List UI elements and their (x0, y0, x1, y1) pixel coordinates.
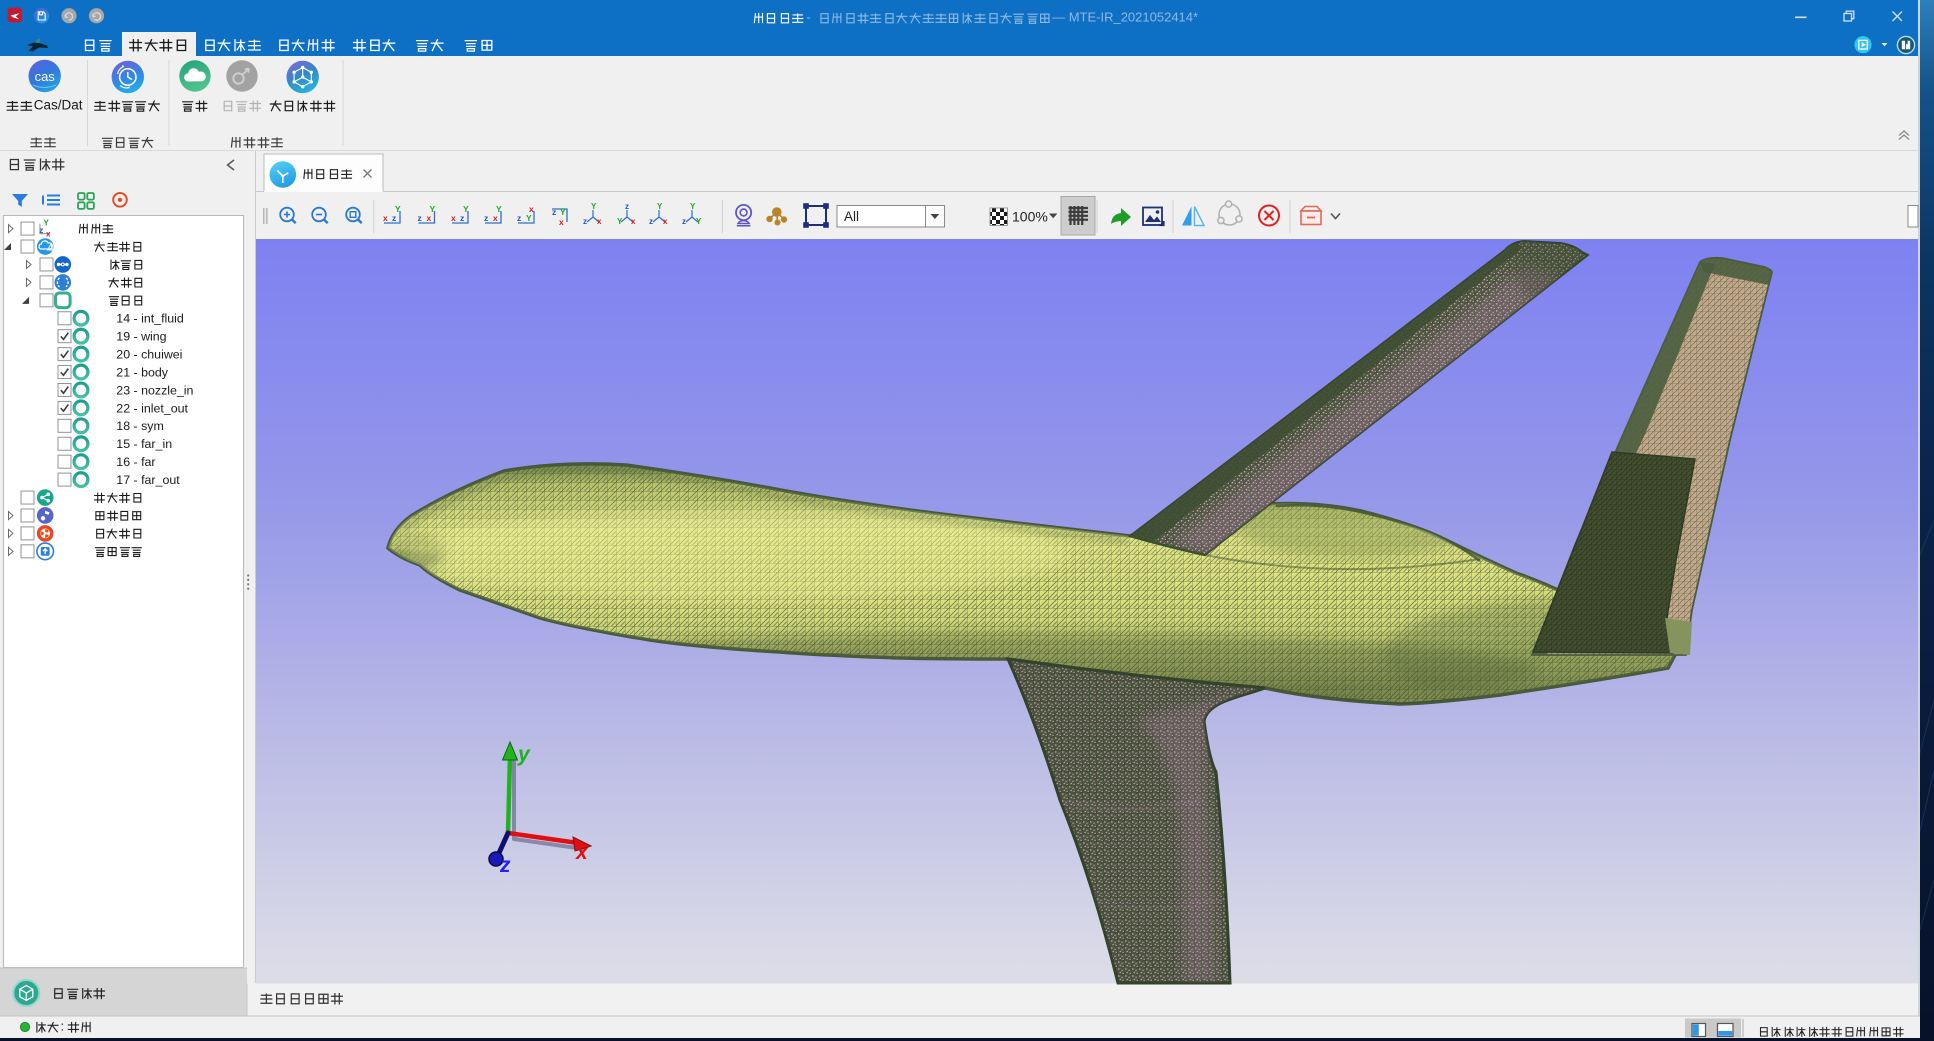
svg-text:Y: Y (560, 207, 566, 217)
svg-text:x: x (559, 217, 564, 227)
svg-text:z: z (484, 213, 488, 223)
svg-text:14 - int_fluid: 14 - int_fluid (116, 312, 184, 326)
svg-text:All: All (844, 209, 859, 224)
svg-text:z: z (583, 217, 587, 226)
svg-text:z: z (552, 207, 556, 217)
svg-text:x: x (631, 217, 636, 226)
svg-text:z: z (418, 213, 422, 223)
svg-text::: : (61, 1019, 65, 1034)
svg-text:Y: Y (44, 219, 50, 228)
svg-text:x: x (451, 213, 456, 223)
svg-text:100%: 100% (1012, 209, 1048, 225)
svg-text:z: z (649, 217, 653, 226)
svg-text:x: x (383, 213, 388, 223)
svg-text:z: z (517, 213, 521, 223)
svg-text:17 - far_out: 17 - far_out (116, 473, 180, 487)
svg-text:x: x (575, 841, 589, 864)
svg-text:Cas/Dat: Cas/Dat (34, 98, 83, 113)
svg-text:z: z (682, 217, 686, 226)
svg-text:16 - far: 16 - far (116, 455, 155, 469)
svg-text:18 - sym: 18 - sym (116, 419, 164, 433)
svg-text:z: z (499, 854, 511, 877)
svg-text:-: - (807, 10, 811, 25)
svg-text:20 - chuiwei: 20 - chuiwei (116, 348, 182, 362)
svg-text:x: x (46, 230, 51, 239)
svg-text:Y: Y (696, 217, 702, 226)
svg-text:x: x (427, 213, 432, 223)
svg-text:23 - nozzle_in: 23 - nozzle_in (116, 383, 193, 397)
svg-text:Y: Y (591, 202, 597, 211)
svg-text:x: x (597, 217, 602, 226)
svg-text:x: x (493, 213, 498, 223)
svg-text:Y: Y (657, 202, 663, 211)
svg-text:22 - inlet_out: 22 - inlet_out (116, 401, 188, 415)
svg-text:— MTE-IR_2021052414*: — MTE-IR_2021052414* (1052, 10, 1198, 25)
svg-text:cas: cas (35, 69, 56, 84)
svg-text:19 - wing: 19 - wing (116, 330, 166, 344)
svg-text:21 - body: 21 - body (116, 365, 168, 379)
svg-text:x: x (663, 217, 668, 226)
svg-text:z: z (460, 213, 464, 223)
svg-text:y: y (517, 743, 531, 766)
svg-text:Y: Y (617, 217, 623, 226)
svg-text:z: z (392, 213, 396, 223)
svg-text:15 - far_in: 15 - far_in (116, 437, 172, 451)
svg-text:Y: Y (690, 202, 696, 211)
svg-text:Y: Y (526, 213, 532, 223)
svg-text:z: z (625, 202, 629, 211)
